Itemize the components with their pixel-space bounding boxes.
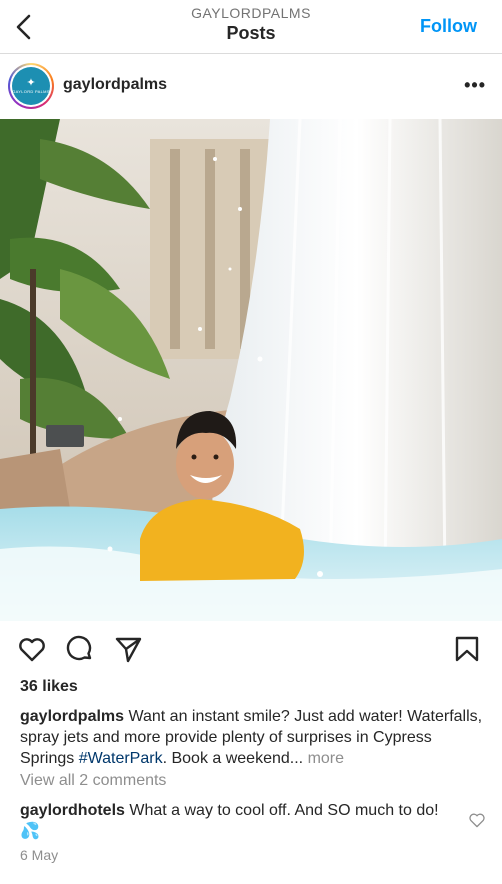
post-caption: gaylordpalms Want an instant smile? Just… [20,706,485,769]
post-username[interactable]: gaylordpalms [63,76,167,94]
heart-icon [469,813,485,828]
paper-plane-icon [115,637,142,663]
bookmark-icon [455,636,479,662]
story-ring[interactable]: ✦ GAYLORD PALMS [8,63,54,109]
heart-icon [19,638,45,662]
comment: gaylordhotels What a way to cool off. An… [20,800,460,842]
avatar: ✦ GAYLORD PALMS [12,67,50,105]
more-options-button[interactable]: ••• [464,76,486,94]
view-all-comments-link[interactable]: View all 2 comments [20,772,166,790]
logo-mark-icon: ✦ [26,77,36,89]
hashtag-link[interactable]: #WaterPark [79,750,163,767]
top-bar: GAYLORDPALMS Posts Follow [0,0,502,54]
follow-button[interactable]: Follow [420,16,477,37]
caption-text-end: . Book a weekend... [162,750,304,767]
post-image[interactable] [0,119,502,621]
likes-count[interactable]: 36 likes [20,678,78,696]
speech-bubble-icon [66,635,92,661]
post-header: ✦ GAYLORD PALMS gaylordpalms ••• [0,55,502,119]
like-button[interactable] [17,634,47,664]
caption-more-link[interactable]: more [308,750,344,767]
comment-like-button[interactable] [468,811,486,829]
caption-username[interactable]: gaylordpalms [20,708,124,725]
comment-button[interactable] [65,634,95,664]
share-button[interactable] [113,634,143,664]
avatar-logo-text: GAYLORD PALMS [12,89,50,94]
comment-username[interactable]: gaylordhotels [20,802,125,819]
action-bar [0,621,502,677]
save-button[interactable] [452,634,482,664]
post-date: 6 May [20,847,59,863]
post-image-illustration [0,119,502,621]
